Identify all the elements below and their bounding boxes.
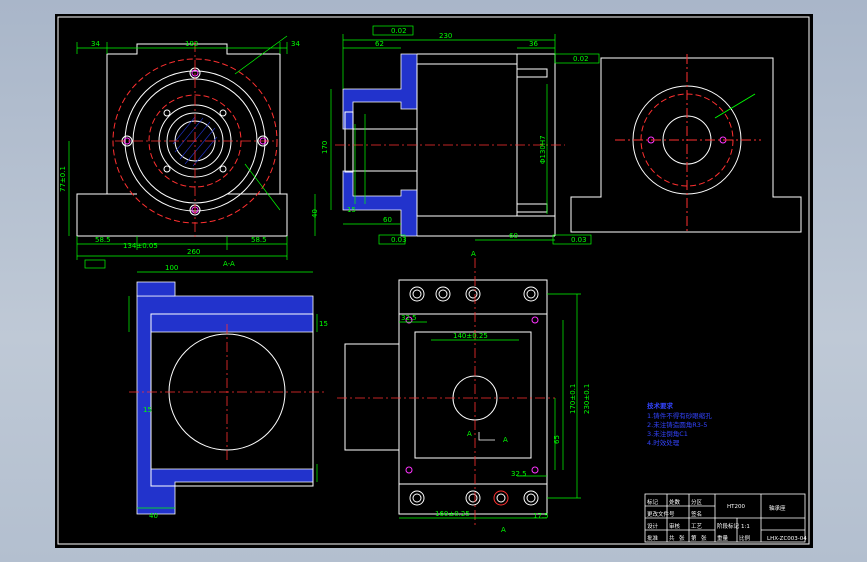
cad-viewport[interactable]: 34 192 34 58.5 134±0.05 58.5 260 77±0.1 … bbox=[0, 0, 867, 562]
tb-label-10: 阶段标记 bbox=[717, 522, 740, 530]
tb-label-15: 第 bbox=[691, 534, 697, 542]
tb-label-14: 张 bbox=[679, 534, 685, 542]
dim-side-bottom-left: 60 bbox=[383, 216, 392, 224]
title-material: HT200 bbox=[727, 504, 745, 510]
side-view-dimensions bbox=[330, 25, 600, 245]
tb-label-12: 比例 bbox=[739, 534, 751, 542]
dim-top-right-a: 170±0.1 bbox=[569, 384, 577, 414]
tb-label-16: 张 bbox=[701, 534, 707, 542]
tb-label-2: 处数 bbox=[669, 498, 681, 506]
dim-side-bore: Φ130H7 bbox=[539, 135, 547, 164]
section-marker-top: A bbox=[471, 250, 476, 258]
side-view-dim-text: 230 62 36 60 60 15 Φ130H7 170 0.02 0.02 … bbox=[321, 27, 589, 244]
section-marker-mid-left: A bbox=[467, 430, 472, 438]
tb-label-13: 共 bbox=[669, 534, 675, 542]
title-drawing-number: LHX-ZC003-04 bbox=[767, 536, 807, 542]
tb-label-6: 设计 bbox=[647, 522, 659, 530]
dim-front-top-mid: 192 bbox=[185, 40, 198, 48]
dim-front-bottom-mid: 134±0.05 bbox=[123, 242, 158, 250]
dim-front-top-right: 34 bbox=[291, 40, 300, 48]
dim-top-top-left: 32.5 bbox=[401, 314, 417, 322]
dim-top-bottom-small: 17.5 bbox=[533, 512, 549, 520]
tb-label-1: 标记 bbox=[647, 498, 659, 506]
section-label: A-A bbox=[223, 260, 235, 268]
drawing-canvas[interactable]: 34 192 34 58.5 134±0.05 58.5 260 77±0.1 … bbox=[55, 14, 813, 548]
section-marker-bottom: A bbox=[501, 526, 506, 534]
section-view bbox=[129, 281, 325, 515]
tb-label-4: 更改文件号 bbox=[647, 510, 675, 518]
drawing-sheet: 34 192 34 58.5 134±0.05 58.5 260 77±0.1 … bbox=[55, 14, 813, 548]
dim-top-right-b: 230±0.1 bbox=[583, 384, 591, 414]
dim-side-bottom-right: 60 bbox=[509, 232, 518, 240]
tb-label-11: 重量 bbox=[717, 534, 729, 542]
dim-side-top-right: 36 bbox=[529, 40, 538, 48]
dim-top-bottom-mid: 160±0.25 bbox=[435, 510, 470, 518]
technical-notes: 技术要求 1.铸件不得有砂眼缩孔 2.未注铸造圆角R3-5 3.未注倒角C1 4… bbox=[647, 401, 712, 447]
tol-side-bottom-right: 0.03 bbox=[571, 236, 587, 244]
dim-side-top-left: 62 bbox=[375, 40, 384, 48]
note-2: 2.未注铸造圆角R3-5 bbox=[647, 420, 707, 429]
dim-section-side-left: 15 bbox=[143, 406, 152, 414]
dim-side-small-left: 15 bbox=[347, 206, 356, 214]
front-view bbox=[76, 43, 288, 237]
dim-side-overall: 230 bbox=[439, 32, 452, 40]
dim-front-right-height: 40 bbox=[311, 209, 319, 218]
tb-label-8: 工艺 bbox=[691, 523, 703, 530]
side-view bbox=[335, 53, 565, 237]
dim-front-overall: 260 bbox=[187, 248, 200, 256]
dim-section-bottom: 40 bbox=[149, 512, 158, 520]
dim-front-bottom-left: 58.5 bbox=[95, 236, 111, 244]
notes-title: 技术要求 bbox=[647, 401, 674, 410]
note-3: 3.未注倒角C1 bbox=[647, 429, 688, 438]
title-block-text: 轴承座 LHX-ZC003-04 HT200 1:1 标记 处数 分区 更改文件… bbox=[647, 498, 807, 542]
top-view-section-arrow bbox=[478, 432, 495, 441]
dim-top-bottom-right: 32.5 bbox=[511, 470, 527, 478]
dim-top-mid: 140±0.25 bbox=[453, 332, 488, 340]
title-part-name: 轴承座 bbox=[769, 504, 786, 512]
right-view bbox=[570, 54, 802, 233]
dim-section-top: 100 bbox=[165, 264, 178, 272]
dim-side-left-height: 170 bbox=[321, 141, 329, 154]
dim-front-bottom-right: 58.5 bbox=[251, 236, 267, 244]
tb-label-9: 批准 bbox=[647, 534, 659, 542]
tol-side-top: 0.02 bbox=[391, 27, 407, 35]
note-1: 1.铸件不得有砂眼缩孔 bbox=[647, 411, 712, 420]
note-4: 4.时效处理 bbox=[647, 438, 680, 447]
dim-front-top-left: 34 bbox=[91, 40, 100, 48]
dim-section-side-right: 15 bbox=[319, 320, 328, 328]
tol-side-bottom-left: 0.03 bbox=[391, 236, 407, 244]
tb-label-7: 审核 bbox=[669, 522, 681, 530]
section-marker-mid-right: A bbox=[503, 436, 508, 444]
top-view bbox=[337, 258, 555, 528]
title-scale: 1:1 bbox=[741, 524, 750, 530]
tol-side-right-top: 0.02 bbox=[573, 55, 589, 63]
dim-top-right-c: 65 bbox=[553, 435, 561, 444]
tb-label-3: 分区 bbox=[691, 498, 703, 506]
tb-label-5: 签名 bbox=[691, 510, 702, 518]
dim-front-left-height: 77±0.1 bbox=[59, 166, 67, 192]
